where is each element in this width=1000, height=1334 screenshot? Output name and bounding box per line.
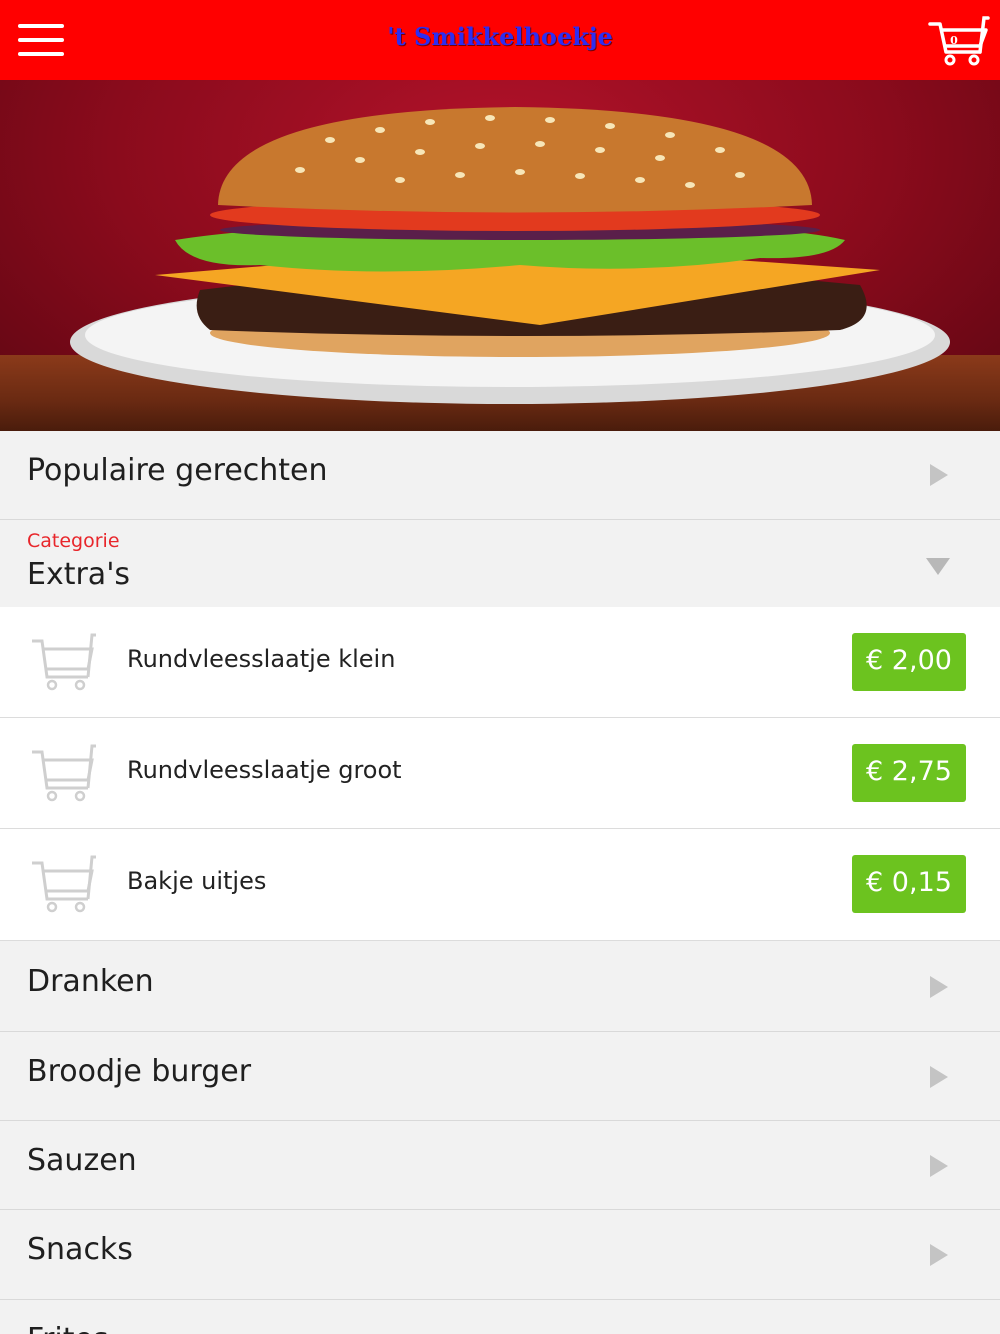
category-sauzen[interactable]: Sauzen [0,1121,1000,1210]
product-name: Rundvleesslaatje klein [127,645,396,673]
category-snacks[interactable]: Snacks [0,1210,1000,1300]
product-row: Bakje uitjes € 0,15 [0,829,1000,941]
shopping-cart-button[interactable]: 0 [928,14,990,68]
cart-count-badge: 0 [950,34,958,47]
category-populaire-gerechten[interactable]: Populaire gerechten [0,431,1000,520]
product-name: Rundvleesslaatje groot [127,756,402,784]
chevron-right-icon [930,1244,948,1266]
category-label: Dranken [27,964,154,999]
category-broodje-burger[interactable]: Broodje burger [0,1032,1000,1121]
category-label: Snacks [27,1232,133,1267]
price-button[interactable]: € 2,00 [852,633,966,691]
burger-illustration [70,107,950,404]
app-title: 't Smikkelhoekje [387,22,613,51]
product-row: Rundvleesslaatje klein € 2,00 [0,607,1000,718]
add-to-cart-icon[interactable] [30,855,100,913]
price-button[interactable]: € 2,75 [852,744,966,802]
category-dranken[interactable]: Dranken [0,942,1000,1032]
price-button[interactable]: € 0,15 [852,855,966,913]
chevron-right-icon [930,1155,948,1177]
top-bar: 't Smikkelhoekje 0 [0,0,1000,80]
category-label: Broodje burger [27,1054,252,1089]
product-name: Bakje uitjes [127,867,267,895]
hero-burger-image [0,80,1000,431]
category-label: Frites [27,1322,109,1334]
category-label: Sauzen [27,1143,137,1178]
category-extras-header[interactable]: Categorie Extra's [0,520,1000,607]
chevron-right-icon [930,464,948,486]
product-row: Rundvleesslaatje groot € 2,75 [0,718,1000,829]
add-to-cart-icon[interactable] [30,744,100,802]
category-label: Populaire gerechten [27,453,328,488]
category-caption: Categorie [27,530,120,552]
add-to-cart-icon[interactable] [30,633,100,691]
chevron-right-icon [930,976,948,998]
chevron-down-icon [926,558,950,575]
chevron-right-icon [930,1066,948,1088]
category-label: Extra's [27,557,131,592]
category-frites[interactable]: Frites [0,1300,1000,1334]
